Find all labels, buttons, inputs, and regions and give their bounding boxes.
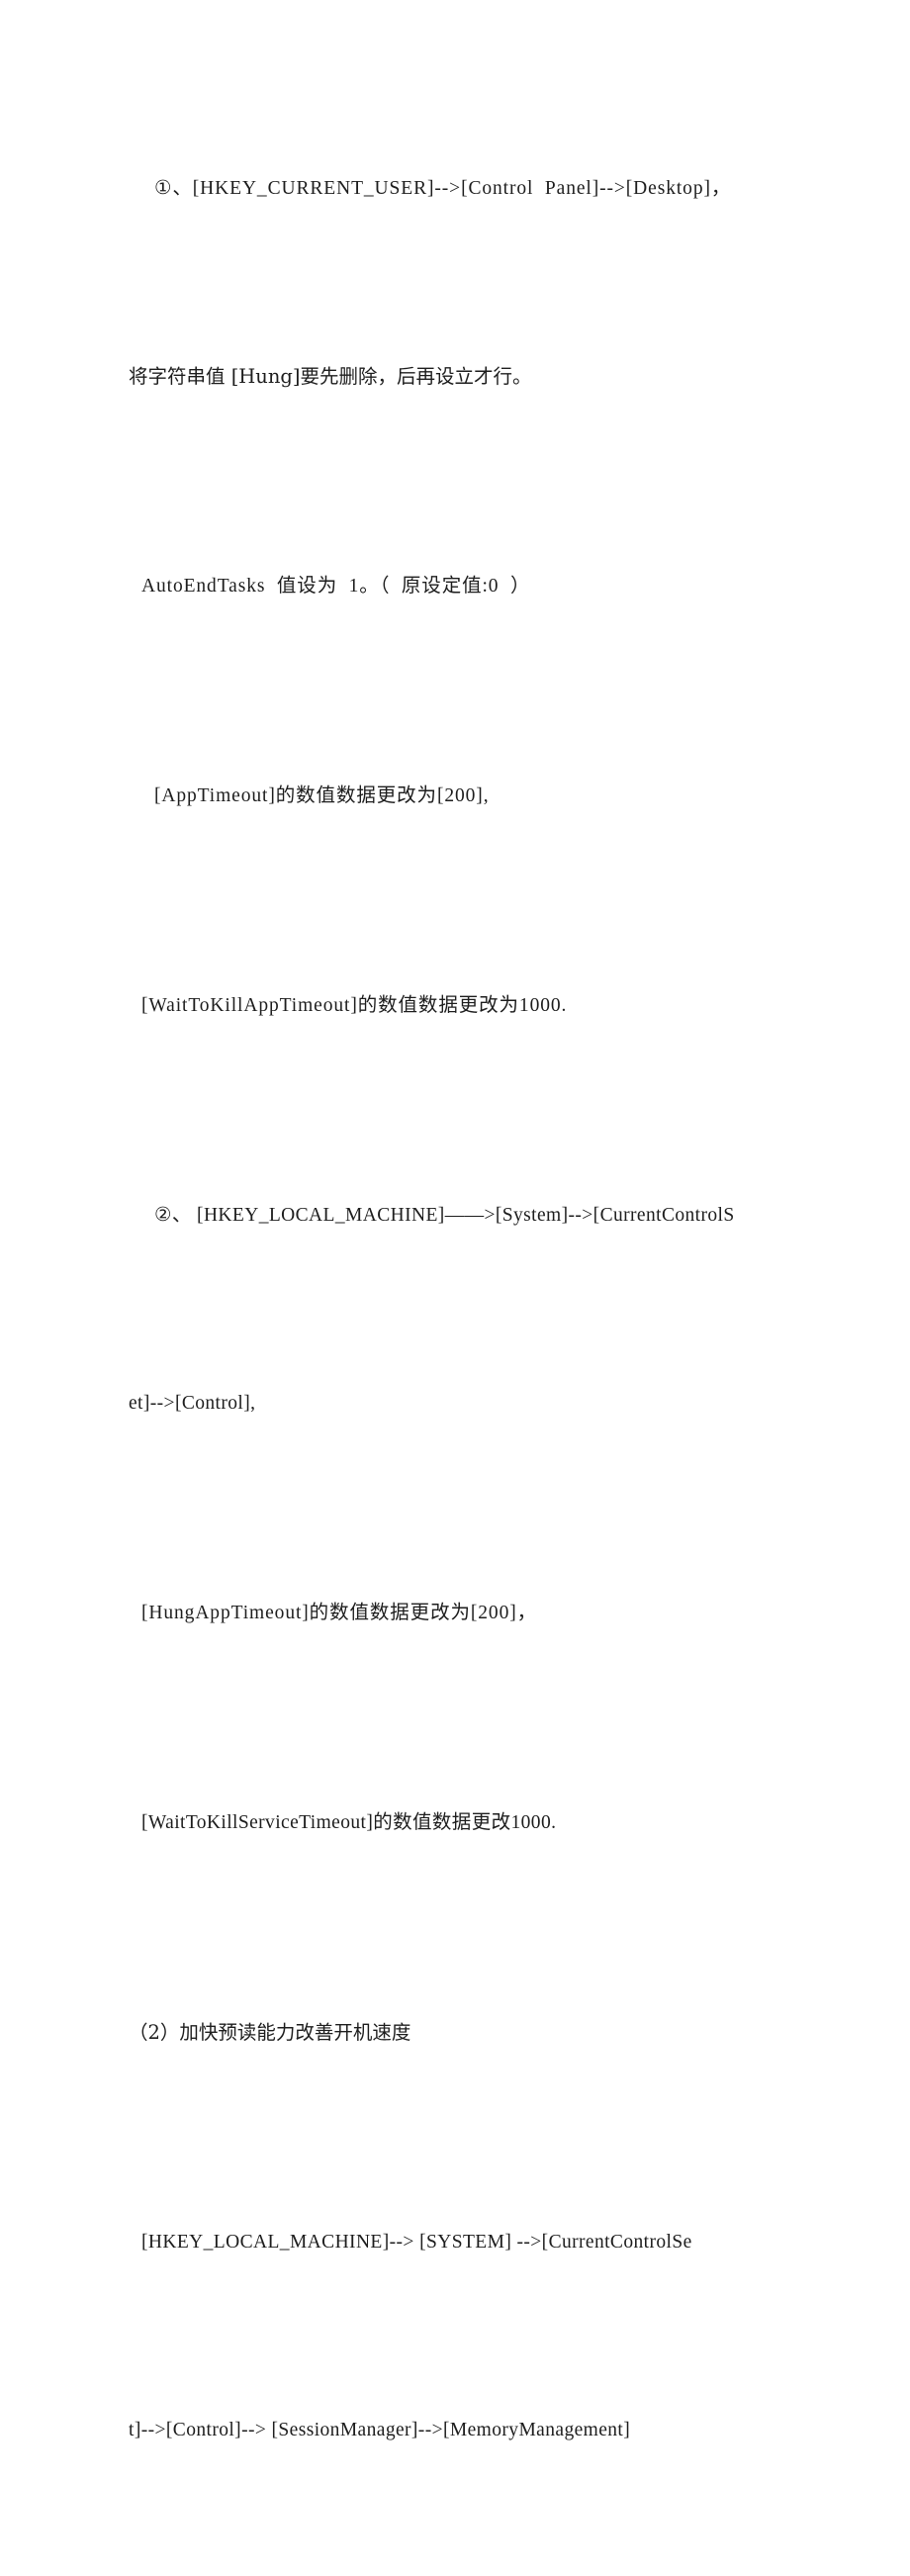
heading-prefetch-section: （2）加快预读能力改善开机速度 [129,1939,791,2127]
text-line: AutoEndTasks 值设为 1。（ 原设定值:0 ） [141,576,531,597]
paragraph-reg-hkcu: ①、[HKEY_CURRENT_USER]-->[Control Panel]-… [129,95,791,283]
text-line: et]-->[Control], [129,1393,256,1414]
paragraph-prefetch-path: [HKEY_LOCAL_MACHINE]--> [SYSTEM] -->[Cur… [129,2149,791,2337]
paragraph-reg-hklm: ②、 [HKEY_LOCAL_MACHINE]——>[System]-->[Cu… [129,1122,791,1310]
text-line: t]-->[Control]--> [SessionManager]-->[Me… [129,2420,631,2440]
paragraph-auto-end-tasks: AutoEndTasks 值设为 1。（ 原设定值:0 ） [129,493,791,681]
paragraph-prefetch-path-cont: t]-->[Control]--> [SessionManager]-->[Me… [129,2337,791,2525]
document-body: ①、[HKEY_CURRENT_USER]-->[Control Panel]-… [129,95,791,2576]
paragraph-wait-to-kill-app-timeout: [WaitToKillAppTimeout]的数值数据更改为1000. [129,912,791,1100]
paragraph-prefetch-params: [PrefetchParameters]右边窗口,将[EnablePrefetc… [129,2546,791,2576]
text-line: [AppTimeout]的数值数据更改为[200], [154,785,490,806]
text-line: ①、[HKEY_CURRENT_USER]-->[Control Panel]-… [154,178,732,199]
text-line: （2）加快预读能力改善开机速度 [129,2021,411,2044]
text-line: [WaitToKillAppTimeout]的数值数据更改为1000. [141,995,568,1016]
paragraph-reg-hkcu-cont: 将字符串值 [Hung]要先删除，后再设立才行。 [129,283,791,471]
text-line: ②、 [HKEY_LOCAL_MACHINE]——>[System]-->[Cu… [154,1205,735,1226]
paragraph-hung-app-timeout: [HungAppTimeout]的数值数据更改为[200]， [129,1519,791,1707]
document-page: ①、[HKEY_CURRENT_USER]-->[Control Panel]-… [0,0,910,2440]
paragraph-reg-hklm-cont: et]-->[Control], [129,1310,791,1498]
text-line: [HungAppTimeout]的数值数据更改为[200]， [141,1603,538,1623]
paragraph-wait-to-kill-service-timeout: [WaitToKillServiceTimeout]的数值数据更改1000. [129,1729,791,1917]
text-line: 将字符串值 [Hung]要先删除，后再设立才行。 [129,365,532,388]
text-line: [HKEY_LOCAL_MACHINE]--> [SYSTEM] -->[Cur… [141,2232,692,2253]
paragraph-app-timeout: [AppTimeout]的数值数据更改为[200], [129,702,791,890]
text-line: [WaitToKillServiceTimeout]的数值数据更改1000. [141,1812,557,1833]
